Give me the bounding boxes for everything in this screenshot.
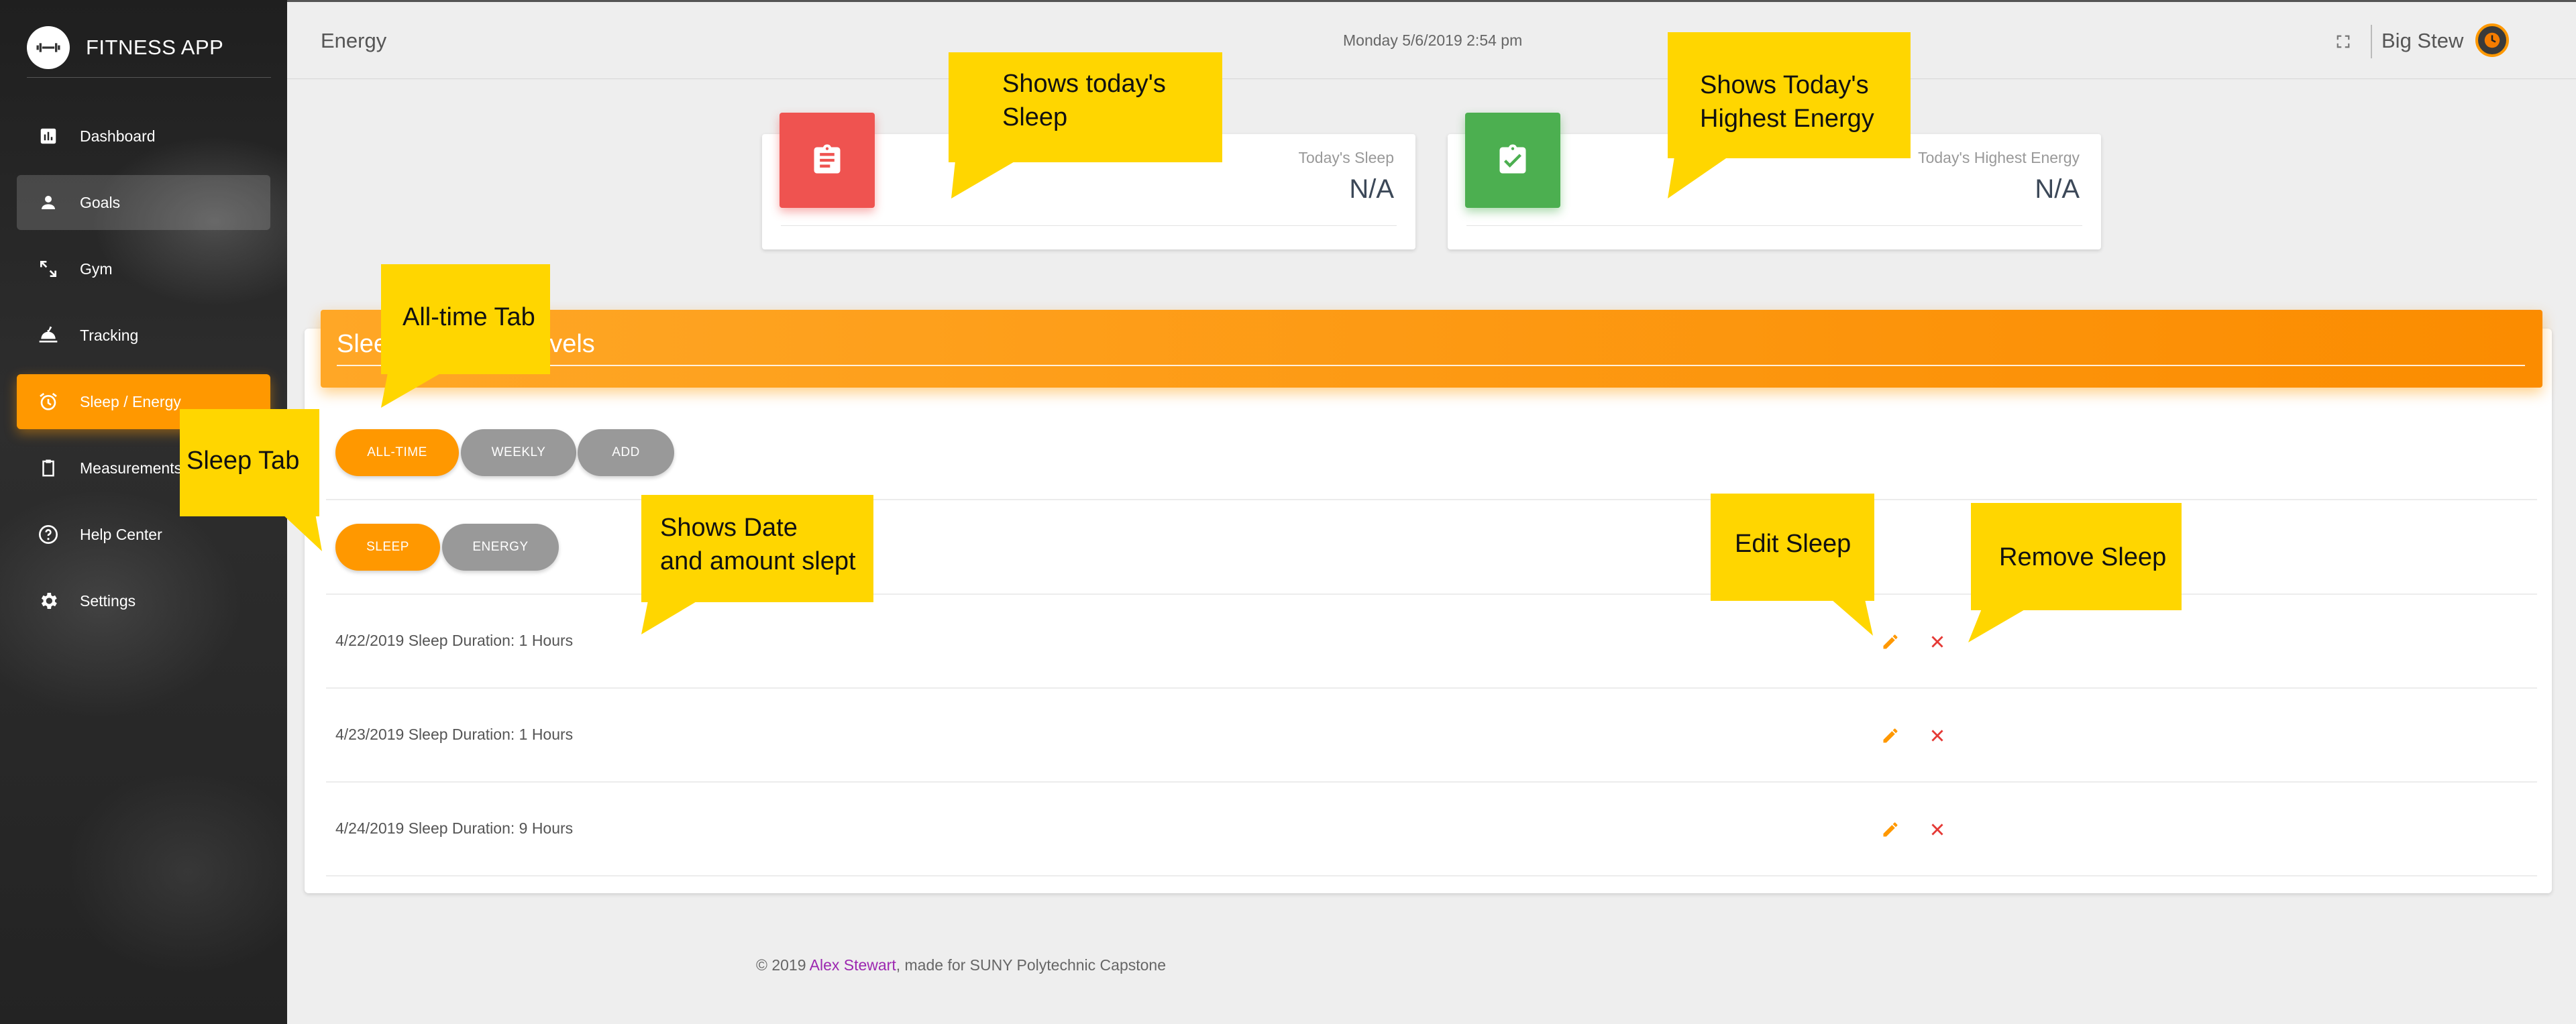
sidebar-item-gym[interactable]: Gym xyxy=(17,241,270,296)
annotation-remove-sleep: Remove Sleep xyxy=(1971,503,2182,610)
brand[interactable]: FITNESS APP xyxy=(27,17,271,78)
dumbbell-logo-icon xyxy=(27,25,70,69)
todays-sleep-label: Today's Sleep xyxy=(1298,149,1394,166)
card-divider xyxy=(1466,225,2082,226)
alarm-clock-icon xyxy=(37,390,60,413)
todays-energy-label: Today's Highest Energy xyxy=(1918,149,2080,166)
annotation-date-amount: Shows Date and amount slept xyxy=(641,495,873,602)
annotation-line: Edit Sleep xyxy=(1735,530,1851,558)
person-icon xyxy=(37,191,60,214)
sidebar-item-goals[interactable]: Goals xyxy=(17,175,270,230)
annotation-pointer xyxy=(381,373,441,408)
clipboard-check-icon xyxy=(1465,113,1560,208)
current-datetime: Monday 5/6/2019 2:54 pm xyxy=(1343,32,1523,49)
tab-energy[interactable]: ENERGY xyxy=(442,524,559,571)
expand-arrows-icon xyxy=(37,258,60,280)
username[interactable]: Big Stew xyxy=(2381,29,2463,53)
card-title-start: Slee xyxy=(337,330,388,358)
edit-icon[interactable] xyxy=(1877,816,1904,843)
annotation-pointer xyxy=(1831,600,1873,636)
annotation-all-time-tab: All-time Tab xyxy=(381,264,550,374)
user-avatar[interactable] xyxy=(2475,23,2509,57)
annotation-pointer xyxy=(951,161,1016,198)
annotation-line: Sleep xyxy=(1002,103,1068,131)
list-item: 4/23/2019 Sleep Duration: 1 Hours xyxy=(335,726,574,743)
annotation-line: Shows Today's xyxy=(1700,71,1869,99)
sidebar-item-settings[interactable]: Settings xyxy=(17,573,270,628)
tab-all-time[interactable]: ALL-TIME xyxy=(335,429,459,476)
footer: © 2019 Alex Stewart, made for SUNY Polyt… xyxy=(756,956,1166,974)
top-navbar: Energy Monday 5/6/2019 2:54 pm Big Stew xyxy=(287,0,2576,79)
close-icon[interactable] xyxy=(1924,628,1951,655)
annotation-line: Remove Sleep xyxy=(1999,543,2167,571)
sidebar-item-label: Goals xyxy=(80,193,121,211)
annotation-line: Sleep Tab xyxy=(186,447,300,475)
bar-chart-icon xyxy=(37,125,60,148)
card-title-underline xyxy=(337,365,2525,366)
annotation-pointer xyxy=(641,601,698,634)
page-title[interactable]: Energy xyxy=(321,29,386,53)
todays-energy-value: N/A xyxy=(2035,174,2080,204)
annotation-pointer xyxy=(1668,157,1728,198)
row-divider xyxy=(326,781,2537,783)
help-circle-icon xyxy=(37,523,60,546)
food-tray-icon xyxy=(37,324,60,347)
navbar-divider xyxy=(2371,25,2372,58)
annotation-pointer xyxy=(1968,609,2026,642)
footer-copyright: © 2019 xyxy=(756,956,810,974)
list-item: 4/24/2019 Sleep Duration: 9 Hours xyxy=(335,819,574,837)
clipboard-icon xyxy=(37,457,60,479)
annotation-pointer xyxy=(282,514,322,551)
tab-sleep[interactable]: SLEEP xyxy=(335,524,440,571)
app-title: FITNESS APP xyxy=(86,35,224,59)
close-icon[interactable] xyxy=(1924,816,1951,843)
sidebar-item-label: Dashboard xyxy=(80,127,156,145)
sidebar-item-label: Help Center xyxy=(80,525,162,543)
row-divider xyxy=(326,687,2537,689)
sidebar-nav: Dashboard Goals Gym Tracking Sleep / Ene… xyxy=(17,109,270,640)
todays-sleep-value: N/A xyxy=(1349,174,1394,204)
edit-icon[interactable] xyxy=(1877,722,1904,749)
annotation-line: Highest Energy xyxy=(1700,105,1874,133)
card-divider xyxy=(781,225,1397,226)
row-divider xyxy=(326,875,2537,876)
annotation-edit-sleep: Edit Sleep xyxy=(1711,494,1874,601)
footer-suffix: , made for SUNY Polytechnic Capstone xyxy=(896,956,1167,974)
tab-weekly[interactable]: WEEKLY xyxy=(461,429,576,476)
annotation-line: and amount slept xyxy=(660,547,856,575)
sidebar-item-label: Settings xyxy=(80,591,136,610)
edit-icon[interactable] xyxy=(1877,628,1904,655)
annotation-todays-sleep: Shows today's Sleep xyxy=(949,52,1222,162)
sidebar-item-dashboard[interactable]: Dashboard xyxy=(17,109,270,164)
sidebar-item-label: Tracking xyxy=(80,326,139,344)
card-header: Slee evels xyxy=(321,310,2542,388)
sidebar-item-label: Gym xyxy=(80,260,113,278)
annotation-line: Shows Date xyxy=(660,514,798,542)
annotation-line: Shows today's xyxy=(1002,70,1166,98)
tab-add[interactable]: ADD xyxy=(578,429,674,476)
annotation-todays-energy: Shows Today's Highest Energy xyxy=(1668,32,1911,158)
clipboard-text-icon xyxy=(780,113,875,208)
annotation-sleep-tab: Sleep Tab xyxy=(180,409,319,516)
list-item: 4/22/2019 Sleep Duration: 1 Hours xyxy=(335,632,574,649)
sidebar-item-tracking[interactable]: Tracking xyxy=(17,308,270,363)
sidebar-item-label: Sleep / Energy xyxy=(80,392,181,410)
annotation-line: All-time Tab xyxy=(402,303,535,331)
author-link[interactable]: Alex Stewart xyxy=(810,956,896,974)
close-icon[interactable] xyxy=(1924,722,1951,749)
sidebar-item-label: Measurements xyxy=(80,459,182,477)
fullscreen-icon[interactable] xyxy=(2333,32,2353,52)
gear-icon xyxy=(37,589,60,612)
